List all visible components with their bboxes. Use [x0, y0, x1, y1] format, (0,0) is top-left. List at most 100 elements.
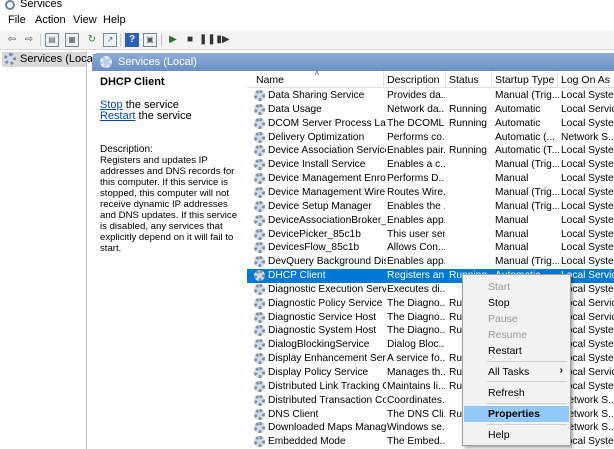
column-header-row: ∧ Name Description Status Startup Type L…	[247, 68, 614, 88]
selected-service-name: DHCP Client	[100, 76, 165, 88]
title-bar: Services	[0, 0, 614, 12]
menu-help[interactable]: Help	[103, 14, 126, 26]
service-log-on-cell: Local Syste...	[561, 186, 614, 198]
gear-icon	[4, 53, 16, 65]
table-row[interactable]: Device Management Wirele...Routes Wire..…	[247, 186, 614, 200]
back-arrow-icon[interactable]: ⇦	[5, 33, 19, 47]
table-row[interactable]: Device Setup Manager Enables the ... Manua…	[247, 200, 614, 214]
context-menu: Start Stop Pause Resume Restart All Task…	[462, 274, 571, 446]
column-header-name[interactable]: Name	[256, 74, 284, 86]
toolbar-separator	[161, 34, 162, 46]
start-service-icon[interactable]: ▶	[166, 33, 180, 47]
pause-service-icon[interactable]: ❚❚	[199, 33, 216, 47]
service-name-cell: Diagnostic Service Host	[268, 311, 377, 323]
table-row[interactable]: Data Sharing Service Provides da... Manual…	[247, 89, 614, 103]
column-header-description[interactable]: Description	[387, 74, 440, 86]
column-divider[interactable]	[445, 71, 446, 88]
table-row[interactable]: DevicePicker_85c1b This user ser... Manual…	[247, 228, 614, 242]
ctx-properties[interactable]: Properties	[464, 406, 569, 422]
column-header-startup-type[interactable]: Startup Type	[495, 74, 554, 86]
service-startup-type-cell: Manual (Trig...	[495, 159, 559, 171]
service-name-cell: Diagnostic Policy Service	[268, 297, 383, 309]
service-name-cell: DevicesFlow_85c1b	[268, 242, 360, 254]
forward-arrow-icon[interactable]: ⇨	[22, 33, 36, 47]
menu-file[interactable]: File	[8, 14, 26, 26]
service-startup-type-cell: Manual	[495, 214, 529, 226]
column-header-log-on-as[interactable]: Log On As	[561, 74, 610, 86]
ctx-refresh[interactable]: Refresh	[464, 385, 569, 401]
console-tree-icon[interactable]: ▤	[45, 33, 59, 47]
table-row[interactable]: DeviceAssociationBroker_85...Enables app…	[247, 214, 614, 228]
service-startup-type-cell: Manual	[495, 173, 529, 185]
gear-icon	[254, 283, 265, 295]
service-description-cell: The DCOML...	[387, 117, 445, 129]
column-divider[interactable]	[383, 71, 384, 88]
ctx-resume[interactable]: Resume	[464, 327, 569, 343]
service-name-cell: Display Policy Service	[268, 367, 369, 378]
table-row[interactable]: Device Management Enroll... Performs D...…	[247, 172, 614, 186]
service-name-cell: DevQuery Background Disc...	[268, 256, 386, 268]
gear-icon	[254, 242, 265, 254]
gear-icon	[254, 159, 265, 171]
column-header-status[interactable]: Status	[449, 74, 479, 86]
ctx-help[interactable]: Help	[464, 427, 569, 443]
table-row[interactable]: DevicesFlow_85c1b Allows Con... Manual Loca…	[247, 241, 614, 255]
ctx-stop[interactable]: Stop	[464, 295, 569, 311]
gear-icon	[254, 325, 265, 337]
service-name-cell: Downloaded Maps Manager	[268, 422, 386, 434]
tree-node-services-local[interactable]: Services (Local)	[2, 52, 99, 67]
tree-node-label: Services (Local)	[20, 53, 99, 65]
service-description-cell: The Diagno...	[387, 297, 445, 309]
service-status-cell: Running	[449, 117, 487, 129]
service-startup-type-cell: Manual (Trig...	[495, 256, 559, 268]
ctx-all-tasks[interactable]: All Tasks ›	[464, 364, 569, 380]
gear-icon	[254, 422, 265, 434]
service-name-cell: Device Install Service	[268, 159, 366, 171]
table-row[interactable]: Delivery Optimization Performs co... Autom…	[247, 131, 614, 145]
panel-header: Services (Local)	[92, 53, 614, 71]
properties-icon[interactable]: ▦	[65, 33, 79, 47]
service-name-cell: DialogBlockingService	[268, 339, 370, 351]
service-description-cell: Enables app...	[387, 214, 445, 226]
menu-view[interactable]: View	[73, 14, 97, 26]
stop-service-icon[interactable]: ■	[183, 33, 197, 47]
gear-icon	[254, 311, 265, 323]
gear-icon	[254, 173, 265, 185]
gear-icon	[254, 367, 265, 378]
column-divider[interactable]	[557, 71, 558, 88]
window-title: Services	[20, 0, 63, 10]
service-log-on-cell: Local Syste...	[561, 228, 614, 240]
service-log-on-cell: Network S...	[561, 131, 614, 143]
table-row[interactable]: DevQuery Background Disc...Enables app..…	[247, 255, 614, 269]
service-description-cell: Allows Con...	[387, 242, 445, 254]
menu-action[interactable]: Action	[35, 14, 66, 26]
service-description-cell: The Embed...	[387, 436, 445, 448]
service-description-cell: Maintains li...	[387, 380, 445, 392]
service-name-cell: Diagnostic System Host	[268, 325, 377, 337]
refresh-icon[interactable]: ↻	[85, 33, 99, 47]
restart-service-icon[interactable]: ▮▶	[216, 33, 230, 47]
service-startup-type-cell: Manual (Trig...	[495, 200, 559, 212]
view-icon[interactable]: ▣	[143, 33, 157, 47]
service-startup-type-cell: Automatic	[495, 117, 541, 129]
service-log-on-cell: Local Syste...	[561, 242, 614, 254]
submenu-arrow-icon: ›	[559, 365, 563, 376]
ctx-pause[interactable]: Pause	[464, 311, 569, 327]
service-description-cell: Enables a c...	[387, 159, 445, 171]
table-row[interactable]: Data Usage Network da... Running Automatic L…	[247, 103, 614, 117]
service-description-cell: Performs D...	[387, 173, 445, 185]
gear-icon	[254, 408, 265, 420]
ctx-start[interactable]: Start	[464, 279, 569, 295]
table-row[interactable]: Device Association ServiceEnables pair..…	[247, 144, 614, 158]
gear-icon	[254, 353, 265, 365]
table-row[interactable]: Device Install Service Enables a c... Manu…	[247, 158, 614, 172]
export-list-icon[interactable]: ↗	[103, 33, 117, 47]
column-divider[interactable]	[491, 71, 492, 88]
gear-icon	[254, 117, 265, 129]
service-name-cell: Device Setup Manager	[268, 200, 372, 212]
service-name-cell: Device Management Wirele...	[268, 186, 386, 198]
help-icon[interactable]: ?	[125, 33, 139, 47]
ctx-restart[interactable]: Restart	[464, 343, 569, 359]
table-row[interactable]: DCOM Server Process Laun...The DCOML... R…	[247, 117, 614, 131]
restart-service-link[interactable]: Restart	[100, 110, 135, 122]
